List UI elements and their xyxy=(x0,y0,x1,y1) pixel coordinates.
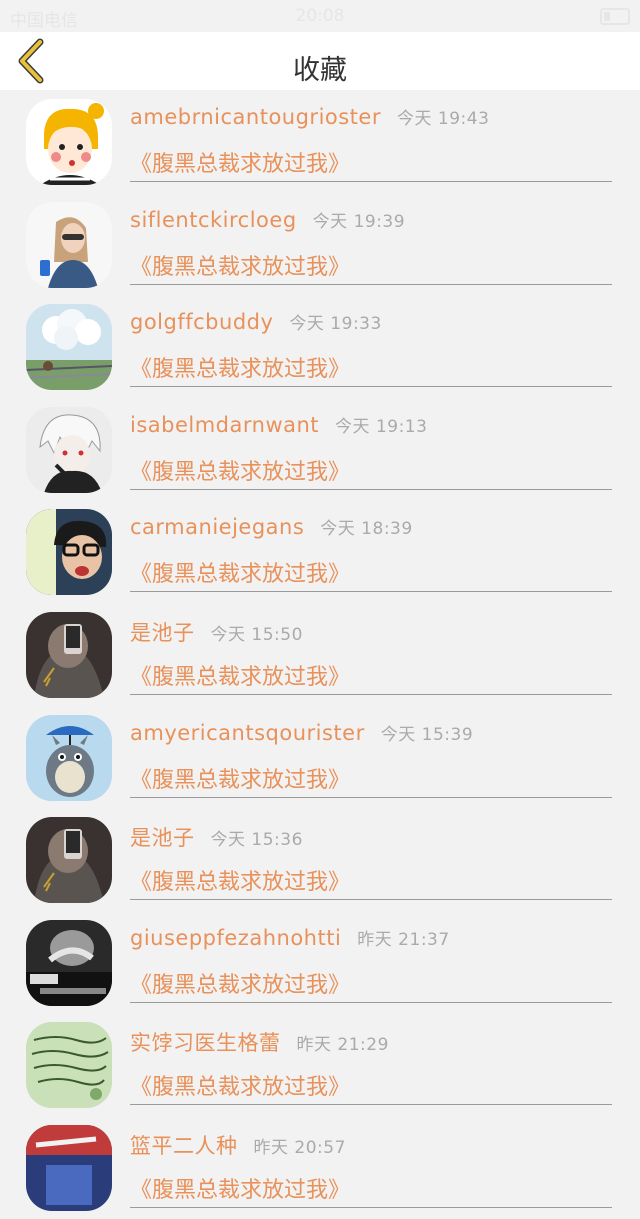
timestamp: 今天 19:13 xyxy=(335,416,428,437)
avatar-image xyxy=(26,99,112,185)
divider xyxy=(130,1104,612,1106)
avatar[interactable] xyxy=(26,817,112,904)
timestamp: 昨天 21:29 xyxy=(296,1035,389,1056)
avatar-image xyxy=(26,714,112,801)
user-name[interactable]: siflentckircloeg xyxy=(130,208,297,232)
list-item[interactable]: carmaniejegans 今天 18:39 《腹黑总裁求放过我》 xyxy=(0,500,640,603)
page-title: 收藏 xyxy=(293,55,347,86)
divider xyxy=(130,386,612,388)
avatar[interactable] xyxy=(26,201,112,288)
avatar-image xyxy=(26,611,112,698)
avatar[interactable] xyxy=(26,1022,112,1109)
item-meta: amebrnicantougrioster 今天 19:43 xyxy=(130,104,489,129)
item-meta: amyericantsqourister 今天 15:39 xyxy=(130,720,473,745)
divider xyxy=(130,283,612,285)
header: 收藏 xyxy=(0,32,640,90)
timestamp: 今天 15:50 xyxy=(210,624,303,645)
user-name[interactable]: amyericantsqourister xyxy=(130,721,365,745)
avatar-image xyxy=(26,919,112,1006)
list-item[interactable]: 实饽习医生格蕾 昨天 21:29 《腹黑总裁求放过我》 xyxy=(0,1013,640,1116)
book-title[interactable]: 《腹黑总裁求放过我》 xyxy=(130,864,350,896)
item-meta: golgffcbuddy 今天 19:33 xyxy=(130,309,382,334)
divider xyxy=(130,488,612,490)
item-meta: 实饽习医生格蕾 昨天 21:29 xyxy=(130,1027,389,1057)
book-title[interactable]: 《腹黑总裁求放过我》 xyxy=(130,351,350,383)
divider xyxy=(130,591,612,593)
item-meta: isabelmdarnwant 今天 19:13 xyxy=(130,412,427,437)
list-item[interactable]: 是池子 今天 15:36 《腹黑总裁求放过我》 xyxy=(0,808,640,911)
book-title[interactable]: 《腹黑总裁求放过我》 xyxy=(130,249,350,281)
timestamp: 今天 18:39 xyxy=(320,519,413,540)
user-name[interactable]: amebrnicantougrioster xyxy=(130,105,381,129)
list-item[interactable]: siflentckircloeg 今天 19:39 《腹黑总裁求放过我》 xyxy=(0,193,640,296)
user-name[interactable]: 是池子 xyxy=(130,826,195,850)
divider xyxy=(130,899,612,901)
status-bar: 中国电信 20:08 xyxy=(0,0,640,32)
item-meta: giuseppfezahnohtti 昨天 21:37 xyxy=(130,925,450,950)
timestamp: 今天 19:43 xyxy=(396,109,490,129)
user-name[interactable]: 实饽习医生格蕾 xyxy=(130,1031,281,1055)
avatar[interactable] xyxy=(26,919,112,1006)
avatar-image xyxy=(26,201,112,288)
avatar[interactable] xyxy=(26,509,112,596)
item-meta: carmaniejegans 今天 18:39 xyxy=(130,514,413,539)
item-meta: 是池子 今天 15:36 xyxy=(130,822,303,852)
divider xyxy=(130,1001,612,1003)
timestamp: 今天 15:36 xyxy=(210,830,303,851)
list-item[interactable]: amyericantsqourister 今天 15:39 《腹黑总裁求放过我》 xyxy=(0,706,640,809)
avatar[interactable] xyxy=(26,406,112,493)
list-item[interactable]: amebrnicantougrioster 今天 19:43 《腹黑总裁求放过我》 xyxy=(0,90,640,193)
item-meta: 是池子 今天 15:50 xyxy=(130,617,303,647)
avatar[interactable] xyxy=(26,304,112,391)
user-name[interactable]: isabelmdarnwant xyxy=(130,413,319,437)
user-name[interactable]: golgffcbuddy xyxy=(130,310,273,334)
book-title[interactable]: 《腹黑总裁求放过我》 xyxy=(130,454,350,486)
avatar-image xyxy=(26,817,112,904)
timestamp: 昨天 20:57 xyxy=(253,1137,346,1158)
favorites-list: amebrnicantougrioster 今天 19:43 《腹黑总裁求放过我》 s… xyxy=(0,90,640,1219)
timestamp: 今天 15:39 xyxy=(380,724,474,745)
user-name[interactable]: giuseppfezahnohtti xyxy=(130,926,341,950)
list-item[interactable]: 是池子 今天 15:50 《腹黑总裁求放过我》 xyxy=(0,603,640,706)
book-title[interactable]: 《腹黑总裁求放过我》 xyxy=(130,762,350,794)
item-meta: 篮平二人种 昨天 20:57 xyxy=(130,1130,346,1160)
book-title[interactable]: 《腹黑总裁求放过我》 xyxy=(130,659,350,691)
list-item[interactable]: 篮平二人种 昨天 20:57 《腹黑总裁求放过我》 xyxy=(0,1116,640,1219)
divider xyxy=(130,693,612,695)
list-item[interactable]: giuseppfezahnohtti 昨天 21:37 《腹黑总裁求放过我》 xyxy=(0,911,640,1014)
book-title[interactable]: 《腹黑总裁求放过我》 xyxy=(130,146,350,178)
book-title[interactable]: 《腹黑总裁求放过我》 xyxy=(130,1172,350,1204)
timestamp: 昨天 21:37 xyxy=(357,929,450,950)
avatar-image xyxy=(26,304,112,391)
user-name[interactable]: carmaniejegans xyxy=(130,515,304,539)
divider xyxy=(130,1206,612,1208)
avatar[interactable] xyxy=(26,99,112,185)
user-name[interactable]: 是池子 xyxy=(130,621,195,645)
status-time: 20:08 xyxy=(295,6,345,26)
divider xyxy=(130,181,612,182)
item-meta: siflentckircloeg 今天 19:39 xyxy=(130,207,405,232)
timestamp: 今天 19:33 xyxy=(289,314,382,335)
list-item[interactable]: golgffcbuddy 今天 19:33 《腹黑总裁求放过我》 xyxy=(0,295,640,398)
book-title[interactable]: 《腹黑总裁求放过我》 xyxy=(130,556,350,588)
avatar-image xyxy=(26,406,112,493)
divider xyxy=(130,796,612,798)
avatar[interactable] xyxy=(26,611,112,698)
timestamp: 今天 19:39 xyxy=(312,211,406,232)
avatar[interactable] xyxy=(26,714,112,801)
battery-icon xyxy=(600,8,630,25)
book-title[interactable]: 《腹黑总裁求放过我》 xyxy=(130,1069,350,1101)
avatar-image xyxy=(26,1022,112,1109)
avatar-image xyxy=(26,509,112,596)
list-item[interactable]: isabelmdarnwant 今天 19:13 《腹黑总裁求放过我》 xyxy=(0,398,640,501)
book-title[interactable]: 《腹黑总裁求放过我》 xyxy=(130,967,350,999)
